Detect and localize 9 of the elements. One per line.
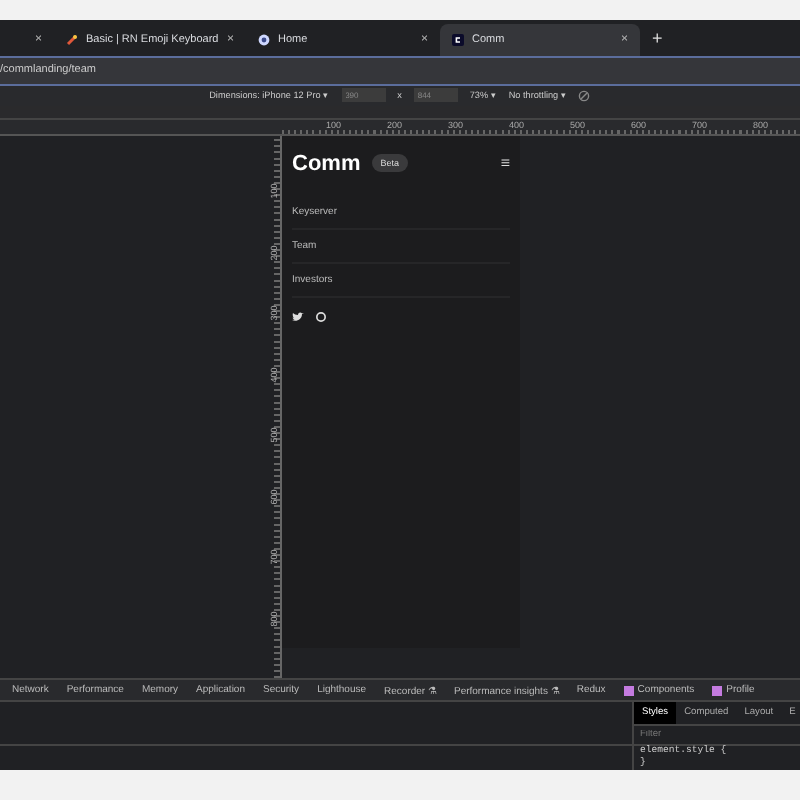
menu-icon[interactable]: ≡	[500, 154, 510, 173]
bird-icon[interactable]	[292, 311, 304, 322]
square-icon	[623, 685, 634, 696]
rotate-icon[interactable]	[578, 89, 591, 102]
letter-icon	[452, 33, 464, 46]
globe-icon	[258, 33, 270, 46]
logo: Comm	[292, 151, 361, 176]
new-tab-button[interactable]: +	[652, 27, 663, 48]
square-icon	[712, 685, 723, 696]
